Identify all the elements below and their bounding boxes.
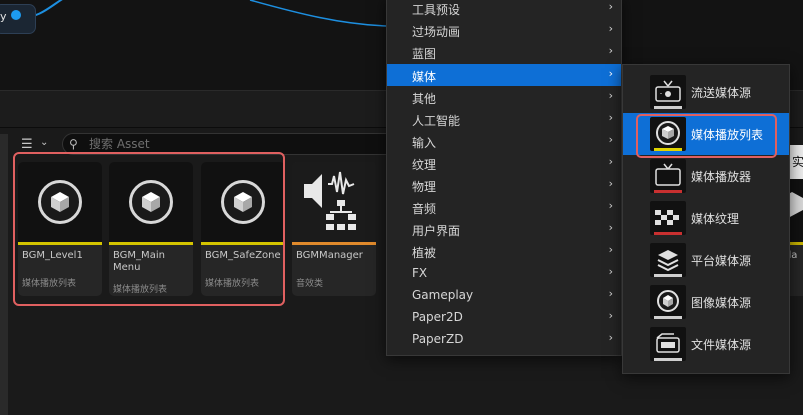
asset-name: BGM_Main Menu (113, 250, 165, 273)
asset-thumbnail (201, 162, 285, 242)
submenu-item-media-player[interactable]: 媒体播放器 (623, 155, 789, 197)
asset-name: BGM_SafeZone (205, 250, 281, 261)
submenu-item-image-media-source[interactable]: 图像媒体源 (623, 281, 789, 323)
chevron-right-icon: › (608, 89, 613, 102)
media-playlist-icon (221, 180, 265, 224)
blueprint-node-label: y (0, 10, 7, 23)
submenu-item-media-texture[interactable]: 媒体纹理 (623, 197, 789, 239)
menu-item-misc[interactable]: 其他 › (387, 86, 621, 108)
chevron-right-icon: › (608, 265, 613, 278)
media-playlist-icon (38, 180, 82, 224)
filter-icon: ☰ (21, 137, 33, 152)
chevron-right-icon: › (608, 331, 613, 344)
sources-panel-strip[interactable] (0, 134, 8, 415)
asset-thumbnail (292, 162, 376, 242)
chevron-right-icon: › (608, 221, 613, 234)
asset-name: BGM_Level1 (22, 250, 83, 261)
chevron-right-icon: › (608, 155, 613, 168)
menu-item-texture[interactable]: 纹理 › (387, 152, 621, 174)
menu-item-fx[interactable]: FX › (387, 262, 621, 284)
menu-item-input[interactable]: 输入 › (387, 130, 621, 152)
menu-item-foliage[interactable]: 植被 › (387, 240, 621, 262)
menu-item-media[interactable]: 媒体 › (387, 64, 621, 86)
search-input[interactable] (89, 136, 389, 152)
chevron-right-icon: › (608, 199, 613, 212)
chevron-right-icon: › (608, 111, 613, 124)
asset-type-bar (18, 242, 102, 245)
asset-type-bar (109, 242, 193, 245)
asset-tile-bgm-level1[interactable]: BGM_Level1 媒体播放列表 (18, 162, 102, 296)
submenu-item-platform-media-source[interactable]: 平台媒体源 (623, 239, 789, 281)
search-icon: ⚲ (69, 137, 78, 151)
chevron-right-icon: › (608, 44, 613, 57)
chevron-down-icon: ⌄ (40, 137, 49, 148)
asset-thumbnail (18, 162, 102, 242)
asset-type: 媒体播放列表 (113, 285, 168, 295)
chevron-right-icon: › (608, 287, 613, 300)
create-asset-menu: 工具预设 › 过场动画 › 蓝图 › 媒体 › 其他 › 人工智能 › 输入 › 纹理 › 物理… (386, 0, 622, 356)
chevron-right-icon: › (608, 309, 613, 322)
chevron-right-icon: › (608, 243, 613, 256)
asset-tile-bgm-safezone[interactable]: BGM_SafeZone 媒体播放列表 (201, 162, 285, 296)
menu-item-gameplay[interactable]: Gameplay › (387, 284, 621, 306)
menu-item-tool-presets[interactable]: 工具预设 › (387, 0, 621, 19)
media-playlist-icon (650, 117, 686, 151)
asset-type: 媒体播放列表 (22, 279, 77, 289)
media-playlist-icon (129, 180, 173, 224)
menu-item-audio[interactable]: 音频 › (387, 196, 621, 218)
asset-name: BGMManager (296, 250, 363, 261)
submenu-item-file-media-source[interactable]: 文件媒体源 (623, 323, 789, 365)
menu-item-cinematics[interactable]: 过场动画 › (387, 19, 621, 41)
chevron-right-icon: › (608, 67, 613, 80)
asset-search[interactable]: ⚲ (62, 133, 402, 155)
menu-item-user-interface[interactable]: 用户界面 › (387, 218, 621, 240)
media-player-icon (650, 159, 686, 193)
menu-item-physics[interactable]: 物理 › (387, 174, 621, 196)
asset-type: 音效类 (296, 279, 324, 289)
asset-type-bar (292, 242, 376, 245)
asset-type-bar (201, 242, 285, 245)
chevron-right-icon: › (608, 0, 613, 13)
sound-class-icon (304, 171, 356, 230)
menu-item-paperzd[interactable]: PaperZD › (387, 328, 621, 350)
submenu-item-stream-media-source[interactable]: 流送媒体源 (623, 71, 789, 113)
asset-tile-bgm-main-menu[interactable]: BGM_Main Menu 媒体播放列表 (109, 162, 193, 296)
platform-media-source-icon (650, 243, 686, 277)
exec-pin-icon[interactable] (11, 10, 21, 20)
submenu-item-media-playlist[interactable]: 媒体播放列表 (623, 113, 789, 155)
stream-media-source-icon (650, 75, 686, 109)
file-media-source-icon (650, 327, 686, 361)
filter-button[interactable]: ☰ ⌄ (18, 136, 58, 152)
asset-thumbnail (109, 162, 193, 242)
asset-type: 媒体播放列表 (205, 279, 260, 289)
media-texture-icon (650, 201, 686, 235)
asset-tile-bgmmanager[interactable]: BGMManager 音效类 (292, 162, 376, 296)
menu-item-blueprint[interactable]: 蓝图 › (387, 41, 621, 63)
menu-item-ai[interactable]: 人工智能 › (387, 108, 621, 130)
image-media-source-icon (650, 285, 686, 319)
chevron-right-icon: › (608, 22, 613, 35)
media-submenu: 流送媒体源 媒体播放列表 媒体播放器 媒体纹理 平台媒体源 图像媒体源 文件媒体… (622, 64, 790, 374)
menu-item-paper2d[interactable]: Paper2D › (387, 306, 621, 328)
chevron-right-icon: › (608, 177, 613, 190)
chevron-right-icon: › (608, 133, 613, 146)
